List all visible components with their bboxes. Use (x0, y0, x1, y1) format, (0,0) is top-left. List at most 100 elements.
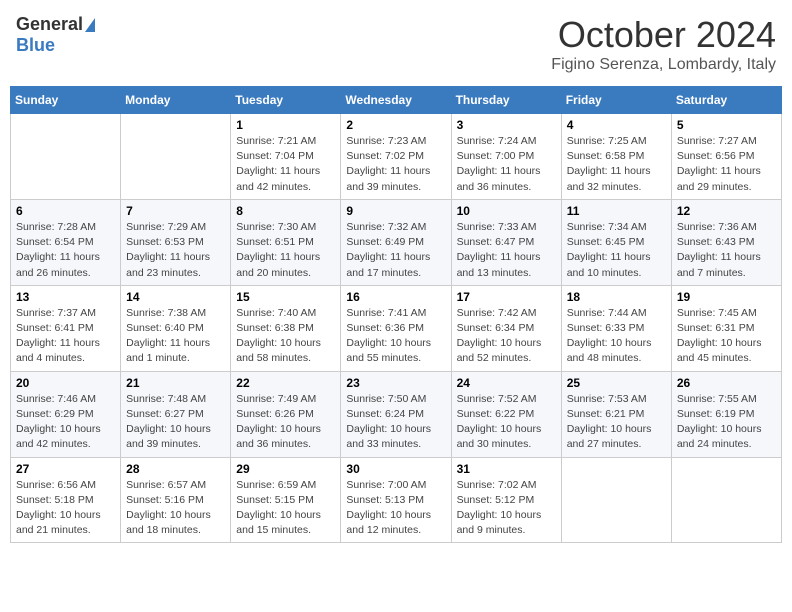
calendar-cell: 18 Sunrise: 7:44 AM Sunset: 6:33 PM Dayli… (561, 285, 671, 371)
calendar-day-header: Monday (121, 87, 231, 114)
day-number: 9 (346, 204, 445, 218)
calendar-day-header: Saturday (671, 87, 781, 114)
day-number: 31 (457, 462, 556, 476)
day-info: Sunrise: 6:56 AM Sunset: 5:18 PM Dayligh… (16, 478, 115, 539)
day-number: 1 (236, 118, 335, 132)
day-number: 29 (236, 462, 335, 476)
calendar-week-row: 1 Sunrise: 7:21 AM Sunset: 7:04 PM Daylig… (11, 114, 782, 200)
calendar-cell: 28 Sunrise: 6:57 AM Sunset: 5:16 PM Dayli… (121, 457, 231, 543)
calendar-cell (561, 457, 671, 543)
day-info: Sunrise: 7:45 AM Sunset: 6:31 PM Dayligh… (677, 306, 776, 367)
calendar-cell: 31 Sunrise: 7:02 AM Sunset: 5:12 PM Dayli… (451, 457, 561, 543)
location-title: Figino Serenza, Lombardy, Italy (551, 56, 776, 74)
day-number: 14 (126, 290, 225, 304)
calendar-cell: 6Sunrise: 7:28 AM Sunset: 6:54 PM Daylig… (11, 199, 121, 285)
calendar-day-header: Sunday (11, 87, 121, 114)
day-number: 6 (16, 204, 115, 218)
day-number: 11 (567, 204, 666, 218)
calendar-week-row: 20 Sunrise: 7:46 AM Sunset: 6:29 PM Dayli… (11, 371, 782, 457)
calendar-cell: 20 Sunrise: 7:46 AM Sunset: 6:29 PM Dayli… (11, 371, 121, 457)
calendar-day-header: Tuesday (231, 87, 341, 114)
calendar-week-row: 13 Sunrise: 7:37 AM Sunset: 6:41 PM Dayli… (11, 285, 782, 371)
day-info: Sunrise: 7:00 AM Sunset: 5:13 PM Dayligh… (346, 478, 445, 539)
calendar-cell (671, 457, 781, 543)
day-number: 25 (567, 376, 666, 390)
day-info: Sunrise: 7:55 AM Sunset: 6:19 PM Dayligh… (677, 392, 776, 453)
calendar-cell: 13 Sunrise: 7:37 AM Sunset: 6:41 PM Dayli… (11, 285, 121, 371)
calendar-cell: 5Sunrise: 7:27 AM Sunset: 6:56 PM Daylig… (671, 114, 781, 200)
logo-general-text: General (16, 14, 83, 35)
calendar-cell: 3 Sunrise: 7:24 AM Sunset: 7:00 PM Daylig… (451, 114, 561, 200)
day-number: 10 (457, 204, 556, 218)
day-info: Sunrise: 6:57 AM Sunset: 5:16 PM Dayligh… (126, 478, 225, 539)
day-info: Sunrise: 7:27 AM Sunset: 6:56 PM Dayligh… (677, 134, 776, 195)
day-info: Sunrise: 7:29 AM Sunset: 6:53 PM Dayligh… (126, 220, 225, 281)
calendar-cell: 1 Sunrise: 7:21 AM Sunset: 7:04 PM Daylig… (231, 114, 341, 200)
day-number: 19 (677, 290, 776, 304)
calendar-cell: 10 Sunrise: 7:33 AM Sunset: 6:47 PM Dayli… (451, 199, 561, 285)
day-info: Sunrise: 7:48 AM Sunset: 6:27 PM Dayligh… (126, 392, 225, 453)
calendar-cell: 24 Sunrise: 7:52 AM Sunset: 6:22 PM Dayli… (451, 371, 561, 457)
day-number: 28 (126, 462, 225, 476)
day-info: Sunrise: 7:53 AM Sunset: 6:21 PM Dayligh… (567, 392, 666, 453)
day-number: 26 (677, 376, 776, 390)
calendar-day-header: Wednesday (341, 87, 451, 114)
day-number: 18 (567, 290, 666, 304)
day-info: Sunrise: 7:41 AM Sunset: 6:36 PM Dayligh… (346, 306, 445, 367)
day-number: 27 (16, 462, 115, 476)
day-info: Sunrise: 7:32 AM Sunset: 6:49 PM Dayligh… (346, 220, 445, 281)
calendar-cell: 22 Sunrise: 7:49 AM Sunset: 6:26 PM Dayli… (231, 371, 341, 457)
day-number: 13 (16, 290, 115, 304)
calendar-table: SundayMondayTuesdayWednesdayThursdayFrid… (10, 86, 782, 543)
day-number: 24 (457, 376, 556, 390)
page-header: General Blue October 2024 Figino Serenza… (10, 10, 782, 78)
day-number: 4 (567, 118, 666, 132)
day-info: Sunrise: 7:02 AM Sunset: 5:12 PM Dayligh… (457, 478, 556, 539)
day-number: 20 (16, 376, 115, 390)
day-info: Sunrise: 7:23 AM Sunset: 7:02 PM Dayligh… (346, 134, 445, 195)
day-number: 22 (236, 376, 335, 390)
day-number: 2 (346, 118, 445, 132)
calendar-cell: 29 Sunrise: 6:59 AM Sunset: 5:15 PM Dayli… (231, 457, 341, 543)
calendar-cell: 11 Sunrise: 7:34 AM Sunset: 6:45 PM Dayli… (561, 199, 671, 285)
logo-blue-text: Blue (16, 35, 55, 56)
calendar-cell: 8 Sunrise: 7:30 AM Sunset: 6:51 PM Daylig… (231, 199, 341, 285)
day-number: 3 (457, 118, 556, 132)
calendar-cell: 2 Sunrise: 7:23 AM Sunset: 7:02 PM Daylig… (341, 114, 451, 200)
logo: General Blue (16, 14, 95, 56)
day-info: Sunrise: 7:30 AM Sunset: 6:51 PM Dayligh… (236, 220, 335, 281)
day-info: Sunrise: 7:36 AM Sunset: 6:43 PM Dayligh… (677, 220, 776, 281)
calendar-week-row: 27 Sunrise: 6:56 AM Sunset: 5:18 PM Dayli… (11, 457, 782, 543)
day-info: Sunrise: 7:37 AM Sunset: 6:41 PM Dayligh… (16, 306, 115, 367)
calendar-cell: 12Sunrise: 7:36 AM Sunset: 6:43 PM Dayli… (671, 199, 781, 285)
calendar-cell: 30 Sunrise: 7:00 AM Sunset: 5:13 PM Dayli… (341, 457, 451, 543)
calendar-header-row: SundayMondayTuesdayWednesdayThursdayFrid… (11, 87, 782, 114)
calendar-week-row: 6Sunrise: 7:28 AM Sunset: 6:54 PM Daylig… (11, 199, 782, 285)
day-number: 17 (457, 290, 556, 304)
calendar-cell: 16 Sunrise: 7:41 AM Sunset: 6:36 PM Dayli… (341, 285, 451, 371)
calendar-cell: 21Sunrise: 7:48 AM Sunset: 6:27 PM Dayli… (121, 371, 231, 457)
day-info: Sunrise: 7:49 AM Sunset: 6:26 PM Dayligh… (236, 392, 335, 453)
day-info: Sunrise: 7:21 AM Sunset: 7:04 PM Dayligh… (236, 134, 335, 195)
day-info: Sunrise: 7:50 AM Sunset: 6:24 PM Dayligh… (346, 392, 445, 453)
calendar-cell: 27 Sunrise: 6:56 AM Sunset: 5:18 PM Dayli… (11, 457, 121, 543)
day-info: Sunrise: 7:44 AM Sunset: 6:33 PM Dayligh… (567, 306, 666, 367)
day-info: Sunrise: 7:25 AM Sunset: 6:58 PM Dayligh… (567, 134, 666, 195)
day-info: Sunrise: 7:33 AM Sunset: 6:47 PM Dayligh… (457, 220, 556, 281)
day-number: 8 (236, 204, 335, 218)
day-info: Sunrise: 7:52 AM Sunset: 6:22 PM Dayligh… (457, 392, 556, 453)
logo-triangle-icon (85, 18, 95, 32)
day-info: Sunrise: 7:24 AM Sunset: 7:00 PM Dayligh… (457, 134, 556, 195)
day-info: Sunrise: 7:46 AM Sunset: 6:29 PM Dayligh… (16, 392, 115, 453)
calendar-day-header: Thursday (451, 87, 561, 114)
day-info: Sunrise: 6:59 AM Sunset: 5:15 PM Dayligh… (236, 478, 335, 539)
calendar-cell: 19 Sunrise: 7:45 AM Sunset: 6:31 PM Dayli… (671, 285, 781, 371)
calendar-day-header: Friday (561, 87, 671, 114)
day-number: 30 (346, 462, 445, 476)
day-number: 16 (346, 290, 445, 304)
day-info: Sunrise: 7:38 AM Sunset: 6:40 PM Dayligh… (126, 306, 225, 367)
day-info: Sunrise: 7:34 AM Sunset: 6:45 PM Dayligh… (567, 220, 666, 281)
calendar-cell: 23 Sunrise: 7:50 AM Sunset: 6:24 PM Dayli… (341, 371, 451, 457)
title-section: October 2024 Figino Serenza, Lombardy, I… (551, 14, 776, 74)
day-number: 23 (346, 376, 445, 390)
